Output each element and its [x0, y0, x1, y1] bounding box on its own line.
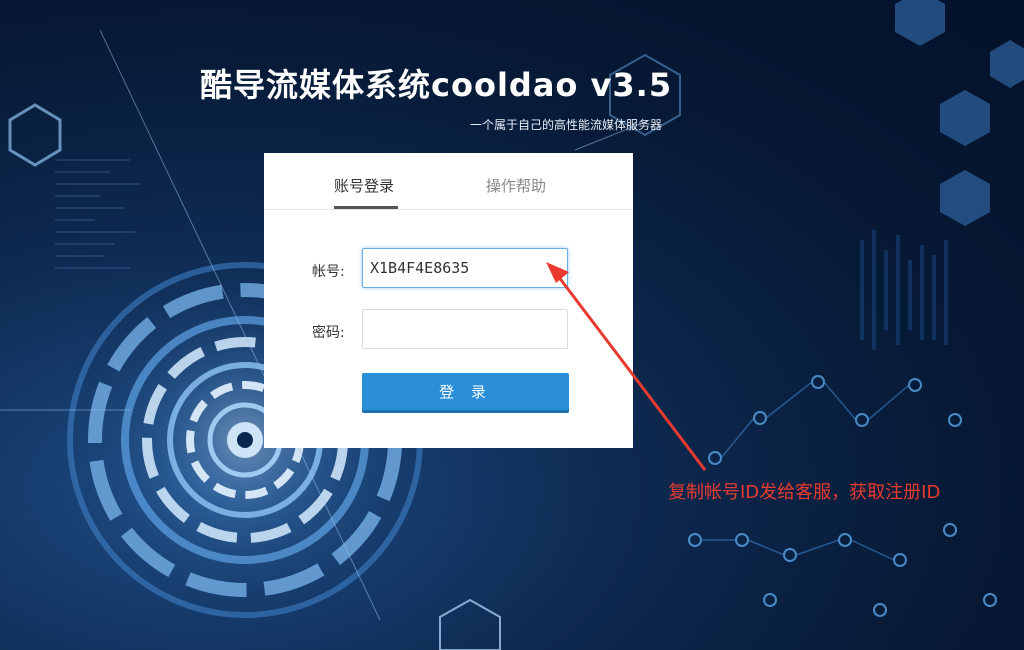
password-input[interactable]: [362, 309, 568, 349]
login-tabs: 账号登录 操作帮助: [264, 153, 633, 210]
tab-account-login[interactable]: 账号登录: [334, 175, 394, 196]
app-subtitle: 一个属于自己的高性能流媒体服务器: [470, 118, 663, 132]
account-input-value: X1B4F4E8635: [370, 259, 470, 277]
annotation-text: 复制帐号ID发给客服，获取注册ID: [668, 482, 941, 503]
password-label: 密码:: [312, 325, 345, 341]
login-panel: 账号登录 操作帮助 帐号: X1B4F4E8635 密码: 登 录: [264, 153, 633, 448]
account-label: 帐号:: [312, 264, 345, 280]
tab-help[interactable]: 操作帮助: [486, 175, 546, 196]
active-tab-indicator: [334, 206, 398, 209]
login-button[interactable]: 登 录: [362, 373, 569, 413]
account-input[interactable]: X1B4F4E8635: [362, 248, 568, 288]
app-title: 酷导流媒体系统cooldao v3.5: [200, 66, 673, 104]
